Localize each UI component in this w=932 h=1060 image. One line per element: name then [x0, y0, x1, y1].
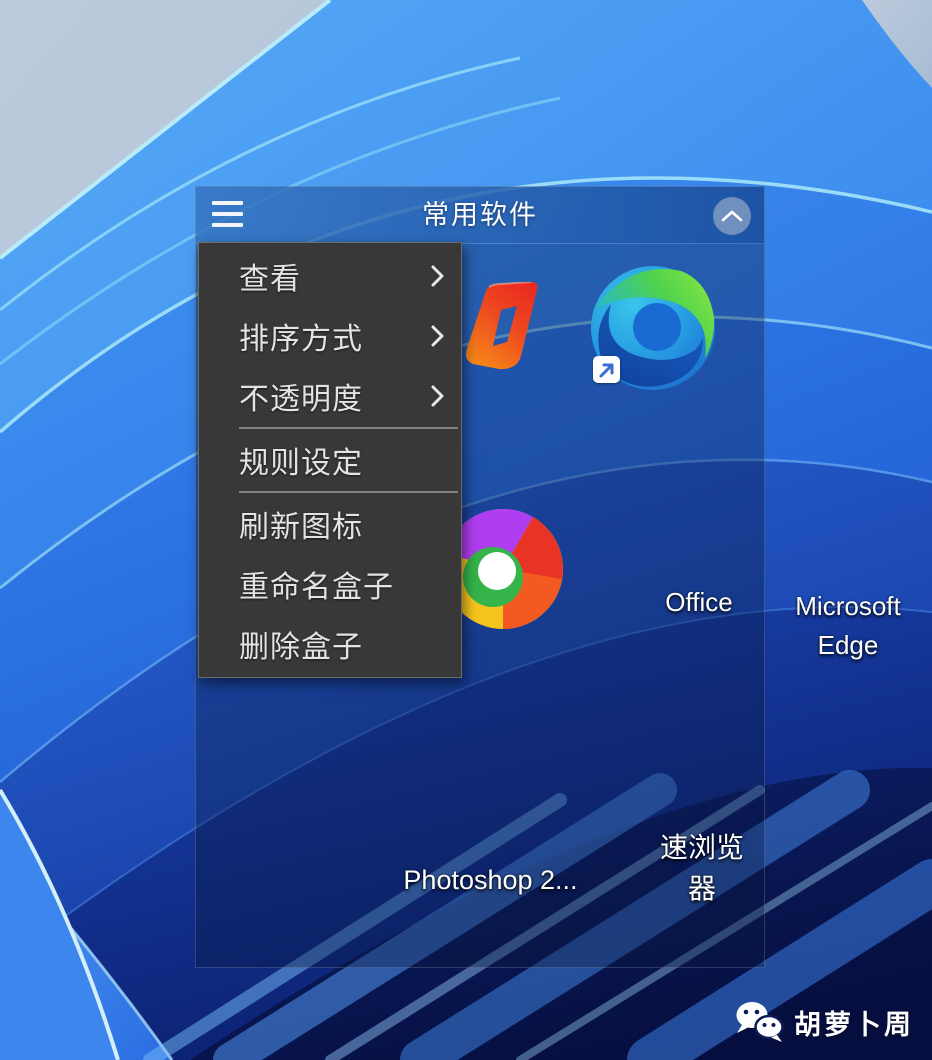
menu-item-label: 重命名盒子 [239, 571, 394, 604]
menu-item-rule-settings[interactable]: 规则设定 [199, 430, 461, 490]
icon-label-browser[interactable]: 速浏览器 [654, 827, 750, 909]
collapse-button[interactable] [713, 197, 751, 235]
desktop-icon-office[interactable] [459, 281, 549, 372]
menu-item-label: 刷新图标 [239, 511, 363, 544]
desktop: 常用软件 Office Microsoft Edge 速浏览器 Photosho… [0, 0, 932, 1060]
menu-item-refresh-icons[interactable]: 刷新图标 [199, 494, 461, 554]
chevron-up-icon [721, 210, 743, 222]
menu-item-sort-by[interactable]: 排序方式 [199, 306, 461, 366]
icon-label-edge[interactable]: Microsoft Edge [783, 587, 913, 665]
wps-office-icon [465, 281, 538, 370]
icon-label-photoshop[interactable]: Photoshop 2... [393, 865, 588, 896]
menu-item-view[interactable]: 查看 [199, 246, 461, 306]
fence-title: 常用软件 [422, 200, 538, 230]
wechat-icon [736, 1002, 784, 1042]
chevron-right-icon [431, 265, 444, 287]
shortcut-arrow-icon [593, 356, 620, 383]
menu-item-delete-box[interactable]: 删除盒子 [199, 614, 461, 674]
watermark: 胡萝卜周 [735, 1000, 914, 1044]
menu-item-rename-box[interactable]: 重命名盒子 [199, 554, 461, 614]
desktop-icon-edge[interactable] [590, 265, 716, 391]
menu-separator [239, 491, 458, 493]
chevron-right-icon [431, 325, 444, 347]
chevron-right-icon [431, 385, 444, 407]
context-menu: 查看 排序方式 不透明度 规则设定 刷新图标 重命名盒子 删除盒子 [198, 242, 462, 678]
menu-separator [239, 427, 458, 429]
menu-item-label: 规则设定 [239, 447, 363, 480]
menu-item-label: 删除盒子 [239, 631, 363, 664]
menu-item-label: 排序方式 [239, 323, 363, 356]
fence-title-bar[interactable]: 常用软件 [196, 187, 764, 244]
menu-item-opacity[interactable]: 不透明度 [199, 366, 461, 426]
icon-label-office[interactable]: Office [639, 587, 759, 618]
menu-item-label: 查看 [239, 263, 301, 296]
menu-item-label: 不透明度 [239, 383, 363, 416]
watermark-text: 胡萝卜周 [794, 1009, 914, 1040]
